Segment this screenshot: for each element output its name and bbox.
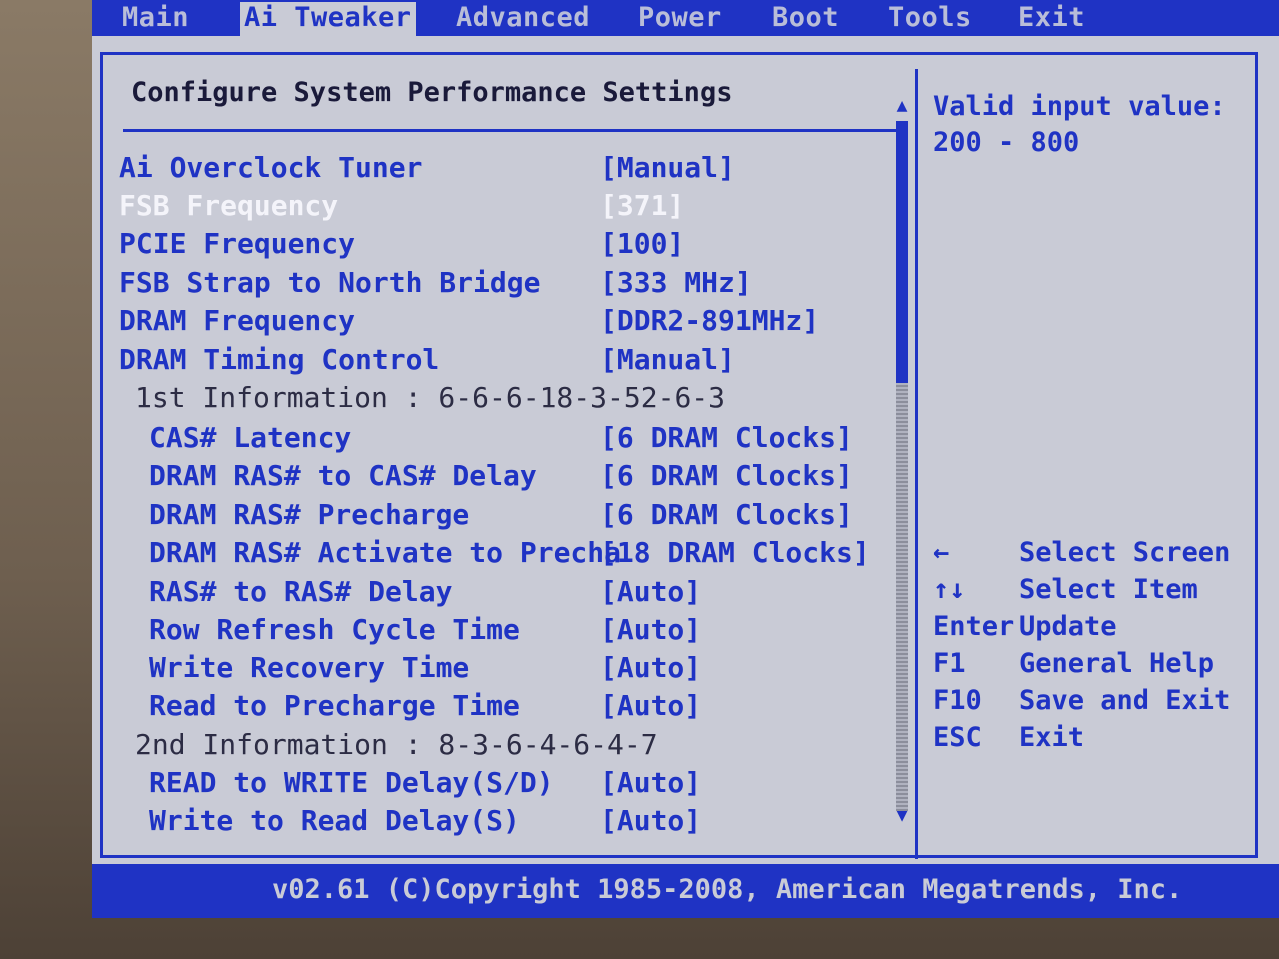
- footer-bar: v02.61 (C)Copyright 1985-2008, American …: [92, 864, 1279, 918]
- setting-row[interactable]: FSB Strap to North Bridge [333 MHz]: [103, 266, 893, 302]
- setting-label: DRAM RAS# to CAS# Delay: [149, 459, 537, 492]
- help-line-1: Valid input value:: [933, 91, 1226, 122]
- setting-label: Write Recovery Time: [149, 651, 470, 684]
- panel-title: Configure System Performance Settings: [131, 77, 733, 108]
- scroll-down-arrow-icon[interactable]: ▼: [893, 807, 911, 825]
- help-text: Valid input value: 200 - 800: [933, 89, 1226, 161]
- tab-main[interactable]: Main: [122, 2, 189, 36]
- setting-label: DRAM RAS# Precharge: [149, 498, 470, 531]
- key-description: Exit: [1019, 722, 1085, 753]
- setting-value[interactable]: [6 DRAM Clocks]: [600, 498, 853, 531]
- tab-advanced[interactable]: Advanced: [456, 2, 590, 36]
- setting-value[interactable]: [Auto]: [600, 689, 701, 722]
- tab-power[interactable]: Power: [638, 2, 722, 36]
- setting-label: Read to Precharge Time: [149, 689, 520, 722]
- setting-value[interactable]: [371]: [600, 189, 684, 222]
- setting-row[interactable]: Row Refresh Cycle Time [Auto]: [103, 613, 893, 649]
- help-divider: [915, 69, 918, 859]
- scroll-up-arrow-icon[interactable]: ▲: [893, 97, 911, 115]
- key-f10: F10: [933, 685, 982, 716]
- setting-value[interactable]: [6 DRAM Clocks]: [600, 459, 853, 492]
- title-divider: [123, 129, 903, 132]
- setting-row[interactable]: PCIE Frequency [100]: [103, 227, 893, 263]
- setting-value[interactable]: [Auto]: [600, 613, 701, 646]
- scrollbar-thumb[interactable]: [896, 121, 908, 383]
- setting-row[interactable]: DRAM Frequency [DDR2-891MHz]: [103, 304, 893, 340]
- setting-label: DRAM RAS# Activate to Precha: [149, 536, 622, 569]
- setting-label: DRAM Frequency: [119, 304, 356, 337]
- setting-value[interactable]: [6 DRAM Clocks]: [600, 421, 853, 454]
- menu-bar: Main Ai Tweaker Advanced Power Boot Tool…: [92, 0, 1279, 36]
- key-description: Select Screen: [1019, 537, 1231, 568]
- key-f1: F1: [933, 648, 966, 679]
- setting-label: PCIE Frequency: [119, 227, 356, 260]
- setting-row[interactable]: RAS# to RAS# Delay [Auto]: [103, 575, 893, 611]
- key-description: General Help: [1019, 648, 1215, 679]
- key-description: Select Item: [1019, 574, 1198, 605]
- setting-row[interactable]: CAS# Latency [6 DRAM Clocks]: [103, 421, 893, 457]
- setting-row[interactable]: DRAM RAS# to CAS# Delay [6 DRAM Clocks]: [103, 459, 893, 495]
- setting-label: CAS# Latency: [149, 421, 352, 454]
- info-row: 2nd Information : 8-3-6-4-6-4-7: [103, 728, 893, 764]
- setting-label: FSB Strap to North Bridge: [119, 266, 541, 299]
- setting-value[interactable]: [333 MHz]: [600, 266, 752, 299]
- setting-row[interactable]: DRAM Timing Control [Manual]: [103, 343, 893, 379]
- setting-row[interactable]: Write Recovery Time [Auto]: [103, 651, 893, 687]
- setting-value[interactable]: [Manual]: [600, 151, 735, 184]
- tab-ai-tweaker[interactable]: Ai Tweaker: [240, 2, 416, 36]
- setting-value[interactable]: [Manual]: [600, 343, 735, 376]
- setting-label: READ to WRITE Delay(S/D): [149, 766, 554, 799]
- setting-row[interactable]: DRAM RAS# Precharge [6 DRAM Clocks]: [103, 498, 893, 534]
- setting-value[interactable]: [Auto]: [600, 575, 701, 608]
- key-left-arrow-icon: ←: [933, 537, 950, 568]
- setting-value[interactable]: [18 DRAM Clocks]: [600, 536, 870, 569]
- key-up-down-arrow-icon: ↑↓: [933, 574, 966, 605]
- help-line-2: 200 - 800: [933, 127, 1080, 158]
- setting-row[interactable]: READ to WRITE Delay(S/D) [Auto]: [103, 766, 893, 802]
- key-esc: ESC: [933, 722, 982, 753]
- setting-label: RAS# to RAS# Delay: [149, 575, 453, 608]
- tab-boot[interactable]: Boot: [772, 2, 839, 36]
- tab-exit[interactable]: Exit: [1018, 2, 1085, 36]
- setting-value[interactable]: [Auto]: [600, 804, 701, 837]
- setting-value[interactable]: [DDR2-891MHz]: [600, 304, 819, 337]
- setting-value[interactable]: [100]: [600, 227, 684, 260]
- info-text: 2nd Information : 8-3-6-4-6-4-7: [135, 728, 658, 761]
- tab-tools[interactable]: Tools: [888, 2, 972, 36]
- setting-label: Write to Read Delay(S): [149, 804, 520, 837]
- setting-row[interactable]: DRAM RAS# Activate to Precha [18 DRAM Clo…: [103, 536, 893, 572]
- setting-row[interactable]: FSB Frequency [371]: [103, 189, 893, 225]
- info-row: 1st Information : 6-6-6-18-3-52-6-3: [103, 381, 893, 417]
- setting-row[interactable]: Write to Read Delay(S) [Auto]: [103, 804, 893, 840]
- key-description: Update: [1019, 611, 1117, 642]
- bios-screen: Main Ai Tweaker Advanced Power Boot Tool…: [92, 0, 1279, 918]
- settings-panel: Configure System Performance Settings ▲ …: [100, 52, 1258, 859]
- setting-value[interactable]: [Auto]: [600, 651, 701, 684]
- setting-row[interactable]: Read to Precharge Time [Auto]: [103, 689, 893, 725]
- key-enter: Enter: [933, 611, 1015, 642]
- setting-label: DRAM Timing Control: [119, 343, 440, 376]
- setting-label: Row Refresh Cycle Time: [149, 613, 520, 646]
- setting-label: Ai Overclock Tuner: [119, 151, 423, 184]
- setting-row[interactable]: Ai Overclock Tuner [Manual]: [103, 151, 893, 187]
- key-description: Save and Exit: [1019, 685, 1231, 716]
- setting-label: FSB Frequency: [119, 189, 339, 222]
- setting-value[interactable]: [Auto]: [600, 766, 701, 799]
- info-text: 1st Information : 6-6-6-18-3-52-6-3: [135, 381, 726, 414]
- copyright-text: v02.61 (C)Copyright 1985-2008, American …: [272, 874, 1183, 905]
